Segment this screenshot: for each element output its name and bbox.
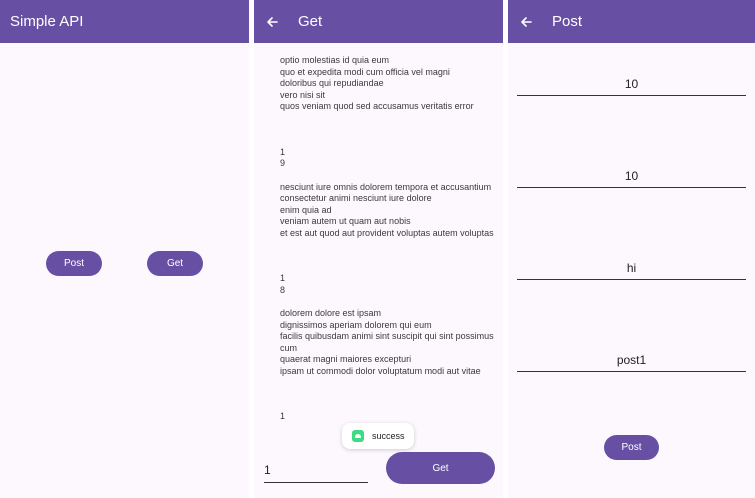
text-line: cum <box>280 342 298 353</box>
app-bar: Simple API <box>0 0 249 43</box>
page-title: Get <box>298 13 323 30</box>
toast: success <box>342 423 414 449</box>
text-line: quo et expedita modi cum officia vel mag… <box>280 66 450 77</box>
toast-text: success <box>372 431 405 441</box>
post-button[interactable]: Post <box>46 251 102 276</box>
text-line: dolorem dolore est ipsam <box>280 308 382 318</box>
page-title: Post <box>552 13 583 30</box>
body-field[interactable]: post1 <box>517 349 746 372</box>
post-id: 9 <box>280 158 286 168</box>
post-body: nesciunt iure omnis dolorem tempora et a… <box>280 182 500 240</box>
post-id: 8 <box>280 284 286 295</box>
text-line: quaerat magni maiores excepturi <box>280 354 412 364</box>
user-id: 1 <box>280 411 286 421</box>
user-id: 1 <box>280 146 286 157</box>
text-line: veniam autem ut quam aut nobis <box>280 216 411 226</box>
response-list: optio molestias id quia eum quo et exped… <box>280 55 500 423</box>
text-line: et est aut quod aut provident voluptas a… <box>280 227 494 238</box>
text-line: facilis quibusdam animi sint suscipit qu… <box>280 331 494 341</box>
user-id: 1 <box>280 273 286 283</box>
back-arrow-icon[interactable] <box>264 14 280 30</box>
text-line: quos veniam quod sed accusamus veritatis… <box>280 101 474 111</box>
post-body: optio molestias id quia eum quo et exped… <box>280 55 500 113</box>
text-line: consectetur animi nesciunt iure dolore <box>280 193 432 203</box>
get-button[interactable]: Get <box>147 251 203 276</box>
android-icon <box>352 430 364 442</box>
text-line: doloribus qui repudiandae <box>280 78 384 88</box>
user-id-field[interactable]: 10 <box>517 73 746 96</box>
id-field[interactable]: 10 <box>517 165 746 188</box>
text-line: nesciunt iure omnis dolorem tempora et a… <box>280 181 492 192</box>
text-line: ipsam ut commodi dolor voluptatum modi a… <box>280 365 481 376</box>
app-title: Simple API <box>10 13 84 30</box>
id-input[interactable]: 1 <box>264 458 368 483</box>
app-bar: Get <box>254 0 503 43</box>
title-field[interactable]: hi <box>517 257 746 280</box>
post-body: dolorem dolore est ipsam dignissimos ape… <box>280 308 500 377</box>
post-screen: Post 10 10 hi post1 Post <box>508 0 755 498</box>
home-screen: Simple API Post Get <box>0 0 249 498</box>
back-arrow-icon[interactable] <box>518 14 534 30</box>
post-submit-button[interactable]: Post <box>604 435 659 460</box>
text-line: enim quia ad <box>280 204 332 215</box>
get-button[interactable]: Get <box>386 452 495 484</box>
text-line: dignissimos aperiam dolorem qui eum <box>280 319 432 330</box>
text-line: vero nisi sit <box>280 89 326 100</box>
app-bar: Post <box>508 0 755 43</box>
text-line: optio molestias id quia eum <box>280 55 390 65</box>
